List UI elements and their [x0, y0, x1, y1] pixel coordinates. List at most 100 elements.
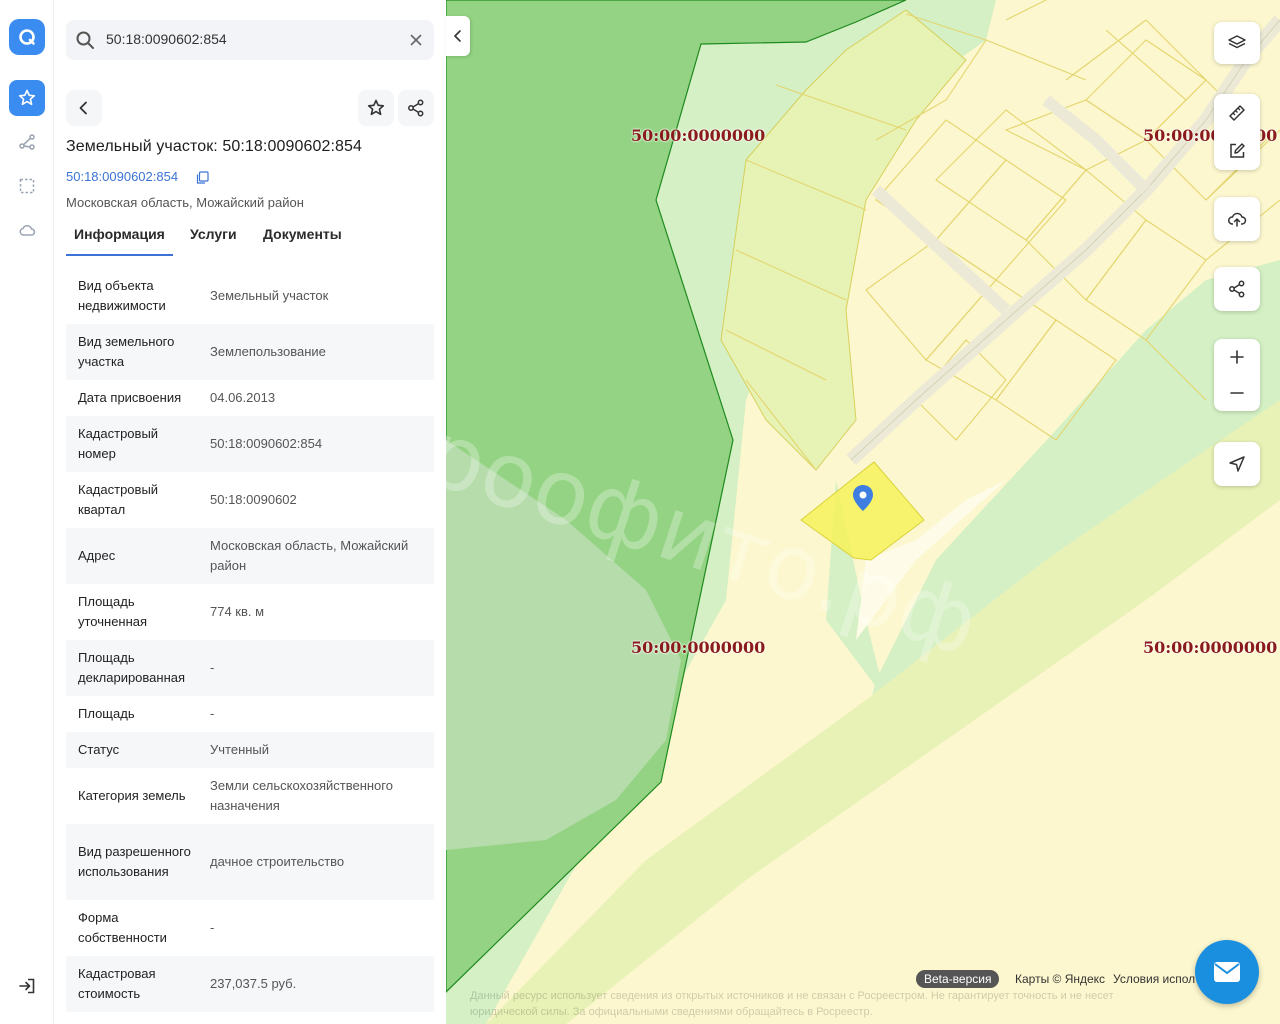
row-key: Площадь — [78, 706, 135, 721]
tools-control — [1214, 94, 1260, 170]
map-attribution[interactable]: Карты © Яндекс — [1015, 972, 1105, 986]
row-key: Дата присвоения — [78, 390, 182, 405]
table-row: Площадь декларированная - — [66, 640, 434, 696]
left-rail — [0, 0, 54, 1024]
map-share-button[interactable] — [1214, 267, 1260, 311]
upload-button[interactable] — [1214, 197, 1260, 241]
row-value: Земли сельскохозяйственного назначения — [210, 778, 393, 813]
table-row: Категория земель Земли сельскохозяйственн… — [66, 768, 434, 824]
layers-control — [1214, 22, 1260, 64]
row-key: Площадь уточненная — [78, 594, 148, 629]
row-key: Вид земельного участка — [78, 334, 175, 369]
row-value: 04.06.2013 — [210, 390, 276, 405]
table-row: Площадь - — [66, 696, 434, 732]
row-key: Вид разрешенного использования — [78, 844, 191, 879]
row-value: Землепользование — [210, 344, 326, 359]
row-value: дачное строительство — [210, 854, 345, 869]
app-logo-icon[interactable] — [9, 19, 45, 55]
favorite-button[interactable] — [358, 90, 394, 126]
edit-button[interactable] — [1214, 132, 1260, 170]
favorites-star-icon[interactable] — [9, 80, 45, 116]
zoom-out-button[interactable] — [1214, 375, 1260, 411]
mail-icon — [1214, 962, 1240, 982]
chevron-left-icon — [454, 30, 461, 42]
routes-icon[interactable] — [9, 124, 45, 160]
locate-control — [1214, 442, 1260, 486]
table-row: Дата присвоения 04.06.2013 — [66, 380, 434, 416]
row-value: Московская область, Можайский район — [210, 538, 409, 573]
table-row: Форма собственности - — [66, 900, 434, 956]
terms-link[interactable]: Условия испол — [1113, 972, 1195, 986]
table-row: Вид земельного участка Землепользование — [66, 324, 434, 380]
collapse-panel-button[interactable] — [446, 16, 470, 56]
star-icon — [367, 99, 385, 116]
row-value: - — [210, 706, 215, 721]
row-value: 50:18:0090602 — [210, 492, 297, 507]
selection-area-icon[interactable] — [9, 168, 45, 204]
row-key: Адрес — [78, 548, 116, 563]
layers-button[interactable] — [1214, 22, 1260, 64]
quarter-label: 50:00:0000000 — [1143, 638, 1278, 657]
share-button[interactable] — [398, 90, 434, 126]
region-text: Московская область, Можайский район — [66, 195, 304, 210]
zoom-control — [1214, 339, 1260, 411]
edit-icon — [1230, 143, 1245, 158]
row-value: - — [210, 660, 215, 675]
map-layer — [446, 0, 1280, 1024]
app-root: 50:18:0090602:854 Земельный участок: 50:… — [0, 0, 1280, 1024]
row-key: Категория земель — [78, 788, 186, 803]
locate-button[interactable] — [1214, 442, 1260, 486]
beta-badge: Beta-версия — [916, 970, 1000, 988]
search-input[interactable]: 50:18:0090602:854 — [106, 31, 227, 47]
tab-information[interactable]: Информация — [66, 226, 173, 256]
page-title: Земельный участок: 50:18:0090602:854 — [66, 138, 363, 155]
back-button[interactable] — [66, 90, 102, 126]
quarter-label: 50:00:0000000 — [631, 638, 766, 657]
row-key: Кадастровый номер — [78, 426, 159, 461]
table-row: Кадастровый номер 50:18:0090602:854 — [66, 416, 434, 472]
row-value: Земельный участок — [210, 288, 329, 303]
share-icon — [408, 99, 424, 117]
row-key: Вид объекта недвижимости — [78, 278, 166, 313]
ruler-button[interactable] — [1214, 94, 1260, 132]
chevron-left-icon — [79, 101, 87, 115]
quarter-label: 50:00:0000000 — [631, 126, 766, 145]
zoom-in-button[interactable] — [1214, 339, 1260, 375]
clear-search-icon[interactable] — [408, 32, 424, 48]
layers-icon — [1228, 35, 1246, 49]
copy-icon[interactable] — [196, 171, 209, 184]
table-row: Вид объекта недвижимости Земельный участо… — [66, 268, 434, 324]
table-row: Кадастровый квартал 50:18:0090602 — [66, 472, 434, 528]
row-key: Площадь декларированная — [78, 650, 186, 685]
plus-icon — [1230, 350, 1244, 364]
table-row: Статус Учтенный — [66, 732, 434, 768]
row-value: 774 кв. м — [210, 604, 265, 619]
cloud-icon[interactable] — [9, 212, 45, 248]
logout-icon[interactable] — [9, 968, 45, 1004]
disclaimer-text: Данный ресурс использует сведения из отк… — [470, 990, 1114, 1018]
share-icon — [1229, 280, 1245, 298]
row-key: Кадастровая стоимость — [78, 966, 156, 1001]
table-row: Площадь уточненная 774 кв. м — [66, 584, 434, 640]
info-table: Вид объекта недвижимости Земельный участо… — [66, 268, 434, 1012]
row-key: Кадастровый квартал — [78, 482, 159, 517]
contact-button[interactable] — [1195, 940, 1259, 1004]
row-value: - — [210, 920, 215, 935]
tab-documents[interactable]: Документы — [263, 226, 342, 256]
search-bar[interactable]: 50:18:0090602:854 — [66, 20, 434, 60]
table-row: Вид разрешенного использования дачное стр… — [66, 824, 434, 900]
row-key: Форма собственности — [78, 910, 167, 945]
upload-control — [1214, 197, 1260, 241]
row-value: 50:18:0090602:854 — [210, 436, 323, 451]
tab-services[interactable]: Услуги — [190, 226, 237, 256]
row-value: Учтенный — [210, 742, 270, 757]
map-canvas[interactable]: роофито.рф 50:00:0000000 50:00:0000000 5… — [446, 0, 1280, 1024]
table-row: Адрес Московская область, Можайский район — [66, 528, 434, 584]
row-key: Статус — [78, 742, 120, 757]
location-pin-icon[interactable] — [852, 484, 874, 512]
cadastral-number-link[interactable]: 50:18:0090602:854 — [66, 169, 178, 184]
share-control — [1214, 267, 1260, 311]
row-value: 237,037.5 руб. — [210, 976, 297, 991]
table-row: Кадастровая стоимость 237,037.5 руб. — [66, 956, 434, 1012]
minus-icon — [1230, 392, 1244, 394]
